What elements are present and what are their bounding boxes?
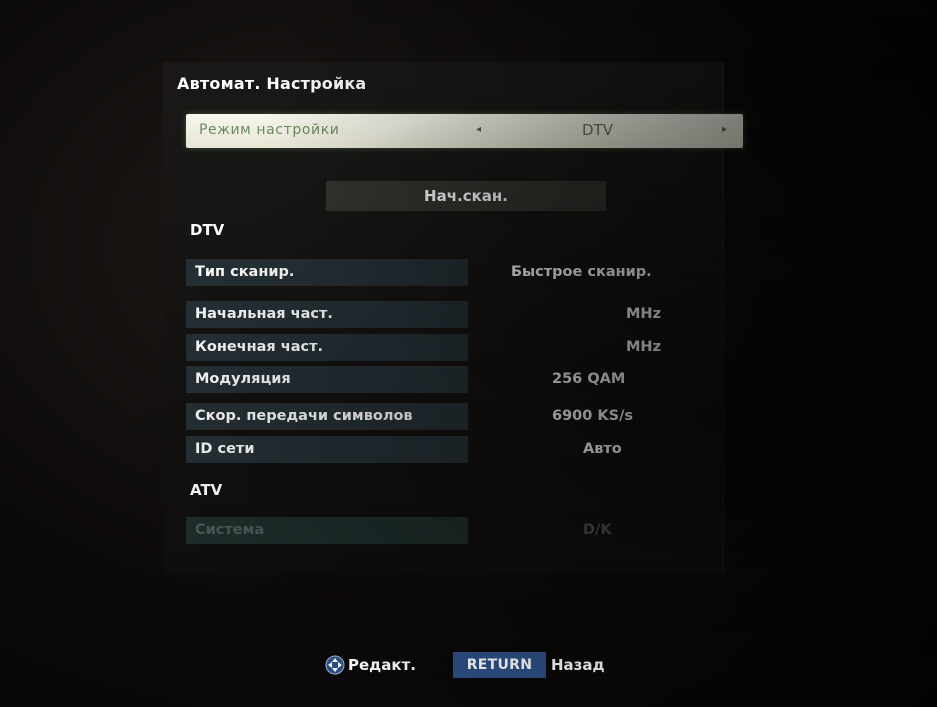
atv-section-header: ATV — [190, 481, 223, 499]
scan-type-label: Тип сканир. — [186, 259, 468, 286]
footer-hints: Редакт. RETURN Назад — [0, 650, 937, 682]
symbol-rate-label: Скор. передачи символов — [186, 403, 468, 430]
symbol-rate-row[interactable]: Скор. передачи символов 6900 KS/s — [186, 403, 706, 430]
modulation-value: 256 QAM — [552, 371, 626, 387]
scan-type-value: Быстрое сканир. — [511, 264, 652, 280]
panel-title: Автомат. Настройка — [177, 74, 367, 93]
dtv-section-header: DTV — [190, 221, 225, 239]
end-frequency-label: Конечная част. — [186, 334, 468, 361]
system-value: D/K — [583, 522, 612, 538]
navigation-dpad-icon — [325, 655, 345, 675]
tuning-mode-value: DTV — [582, 121, 613, 139]
modulation-label: Модуляция — [186, 366, 468, 393]
return-key-badge[interactable]: RETURN — [453, 652, 546, 678]
right-arrow-icon[interactable]: ▸ — [722, 124, 727, 135]
start-frequency-value: MHz — [626, 306, 662, 322]
end-frequency-row[interactable]: Конечная част. MHz — [186, 334, 706, 361]
system-label: Система — [186, 517, 468, 544]
left-arrow-icon[interactable]: ◂ — [476, 124, 481, 135]
tv-screen: Автомат. Настройка Режим настройки ◂ DTV… — [0, 0, 937, 707]
modulation-row[interactable]: Модуляция 256 QAM — [186, 366, 706, 393]
start-scan-button[interactable]: Нач.скан. — [326, 181, 606, 211]
start-frequency-row[interactable]: Начальная част. MHz — [186, 301, 706, 328]
back-hint-label: Назад — [551, 656, 605, 674]
edit-hint-label: Редакт. — [348, 656, 416, 674]
network-id-label: ID сети — [186, 436, 468, 463]
network-id-row[interactable]: ID сети Авто — [186, 436, 706, 463]
tuning-mode-label: Режим настройки — [199, 122, 340, 138]
tuning-mode-selector[interactable]: Режим настройки ◂ DTV ▸ — [186, 114, 743, 148]
symbol-rate-value: 6900 KS/s — [552, 408, 634, 424]
system-row: Система D/K — [186, 517, 706, 544]
network-id-value: Авто — [583, 441, 622, 457]
start-frequency-label: Начальная част. — [186, 301, 468, 328]
end-frequency-value: MHz — [626, 339, 662, 355]
scan-type-row[interactable]: Тип сканир. Быстрое сканир. — [186, 259, 706, 286]
